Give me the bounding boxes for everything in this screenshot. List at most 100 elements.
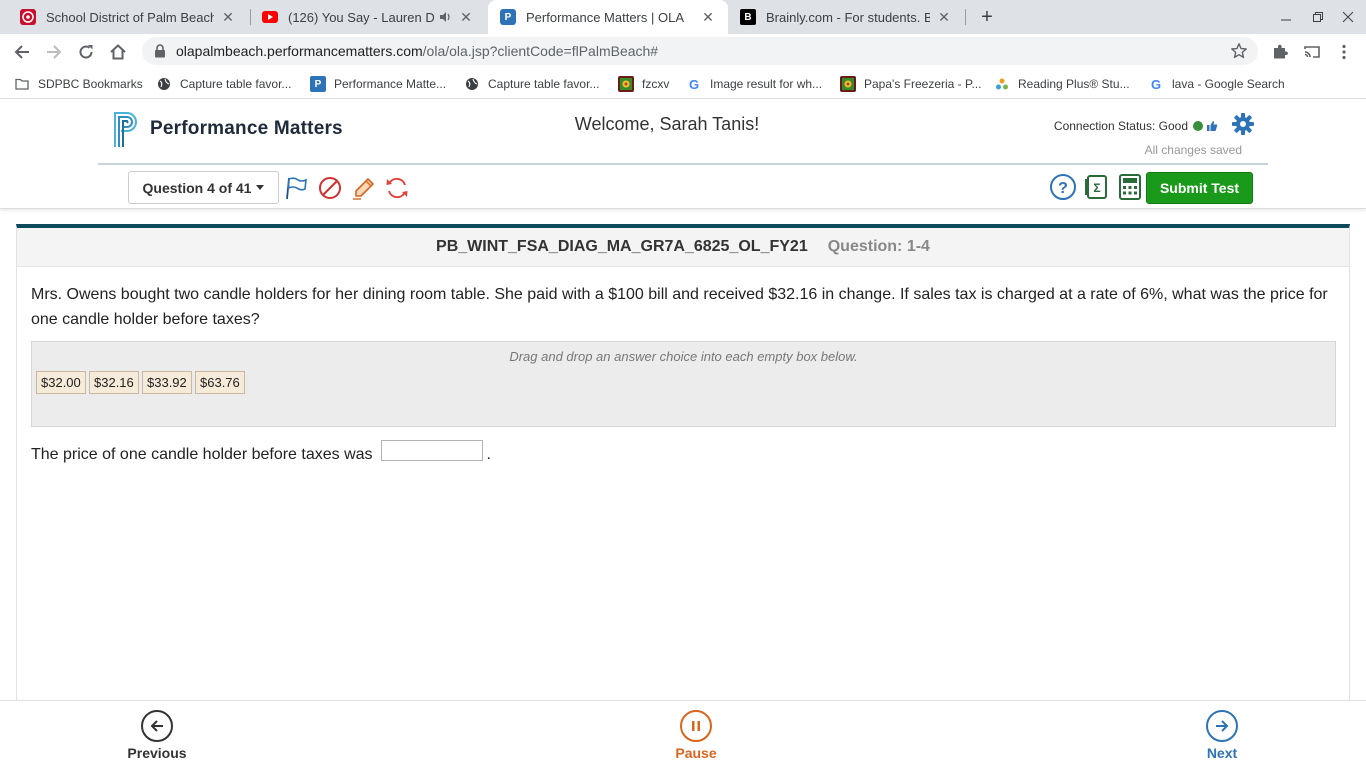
svg-text:Σ: Σ [1093, 181, 1100, 195]
back-arrow-icon[interactable] [9, 39, 35, 65]
calculator-icon[interactable] [1116, 173, 1144, 201]
extensions-puzzle-icon[interactable] [1270, 42, 1290, 62]
test-title-bar: PB_WINT_FSA_DIAG_MA_GR7A_6825_OL_FY21 Qu… [17, 228, 1349, 267]
bookmark-star-icon[interactable] [1230, 42, 1248, 60]
bookmark-label: Reading Plus® Stu... [1018, 77, 1130, 91]
connection-label: Connection Status: Good [1053, 119, 1188, 133]
answer-suffix: . [486, 446, 491, 463]
url-path: /ola/ola.jsp?clientCode=flPalmBeach# [422, 43, 659, 59]
bookmark-label: Performance Matte... [334, 77, 447, 91]
answer-choice-32-00[interactable]: $32.00 [36, 371, 86, 394]
tab-performance-matters[interactable]: P Performance Matters | OLA ✕ [488, 0, 728, 34]
close-icon[interactable]: ✕ [936, 9, 952, 25]
flag-icon[interactable] [284, 175, 310, 201]
answer-choice-bank: Drag and drop an answer choice into each… [31, 341, 1336, 427]
restore-icon[interactable] [1306, 6, 1330, 28]
new-tab-plus-icon[interactable]: + [976, 6, 998, 28]
previous-label: Previous [127, 745, 187, 761]
brainly-icon: B [740, 9, 756, 25]
tab-separator [965, 9, 966, 25]
sdpbc-icon [20, 9, 36, 25]
reference-sheet-icon[interactable]: Σ [1083, 173, 1111, 201]
answer-sentence: The price of one candle holder before ta… [31, 439, 491, 464]
answer-choice-63-76[interactable]: $63.76 [195, 371, 245, 394]
pause-label: Pause [675, 745, 717, 761]
address-bar[interactable]: olapalmbeach.performancematters.com/ola/… [142, 37, 1258, 65]
answer-choice-32-16[interactable]: $32.16 [89, 371, 139, 394]
close-icon[interactable]: ✕ [220, 9, 236, 25]
reset-refresh-icon[interactable] [384, 175, 410, 201]
tab-title: (126) You Say - Lauren Daig [288, 9, 434, 25]
bookmark-label: fzcxv [642, 77, 670, 91]
close-window-icon[interactable] [1336, 6, 1360, 28]
performance-matters-icon: P [310, 76, 326, 92]
question-panel: PB_WINT_FSA_DIAG_MA_GR7A_6825_OL_FY21 Qu… [16, 224, 1350, 700]
bookmark-label: Capture table favor... [180, 77, 292, 91]
home-icon[interactable] [105, 39, 131, 65]
eliminate-choice-icon[interactable] [317, 175, 343, 201]
svg-text:?: ? [1058, 180, 1068, 197]
tab-brainly[interactable]: B Brainly.com - For students. By st ✕ [728, 0, 964, 34]
next-button[interactable]: Next [1182, 710, 1262, 761]
forward-arrow-icon[interactable] [41, 39, 67, 65]
save-status: All changes saved [1144, 143, 1242, 157]
tab-title: School District of Palm Beach Co [46, 9, 214, 25]
speaker-icon[interactable] [438, 10, 452, 24]
tab-sdpbc[interactable]: School District of Palm Beach Co ✕ [8, 0, 248, 34]
question-number: Question: 1-4 [827, 238, 930, 255]
app-header: Performance Matters Welcome, Sarah Tanis… [0, 102, 1366, 209]
answer-choice-33-92[interactable]: $33.92 [142, 371, 192, 394]
status-dot-icon [1193, 121, 1203, 131]
bookmark-label: lava - Google Search [1172, 77, 1285, 91]
previous-button[interactable]: Previous [117, 710, 197, 761]
highlighter-pencil-icon[interactable] [351, 175, 377, 201]
kebab-menu-icon[interactable] [1334, 42, 1354, 62]
answer-drop-box[interactable] [380, 439, 483, 461]
bookmark-capture-table-2[interactable]: Capture table favor... [464, 76, 599, 92]
bookmark-label: Papa's Freezeria - P... [864, 77, 982, 91]
caret-down-icon [256, 185, 265, 190]
question-selector-dropdown[interactable]: Question 4 of 41 [128, 171, 279, 204]
tab-title: Brainly.com - For students. By st [766, 9, 930, 25]
google-icon: G [688, 76, 700, 92]
reload-icon[interactable] [73, 39, 99, 65]
connection-status: Connection Status: Good [1054, 119, 1218, 133]
header-divider [98, 163, 1268, 165]
bookmark-lava-search[interactable]: G lava - Google Search [1148, 76, 1285, 92]
papas-icon [840, 76, 856, 92]
close-icon[interactable]: ✕ [700, 9, 716, 25]
bookmark-performance-matters[interactable]: P Performance Matte... [310, 76, 446, 92]
globe-icon [156, 76, 172, 92]
minimize-icon[interactable] [1274, 6, 1298, 28]
help-icon[interactable]: ? [1049, 173, 1077, 201]
submit-test-button[interactable]: Submit Test [1146, 172, 1253, 204]
next-label: Next [1206, 745, 1238, 761]
browser-toolbar: olapalmbeach.performancematters.com/ola/… [0, 34, 1366, 69]
bookmark-image-result[interactable]: G Image result for wh... [686, 76, 822, 92]
pause-button[interactable]: Pause [656, 710, 736, 761]
bookmark-sdpbc[interactable]: SDPBC Bookmarks [14, 76, 143, 92]
tab-youtube[interactable]: (126) You Say - Lauren Daig ✕ [250, 0, 486, 34]
bookmark-label: Image result for wh... [710, 77, 823, 91]
tab-title: Performance Matters | OLA [526, 9, 684, 25]
cast-icon[interactable] [1302, 42, 1322, 62]
pause-icon [680, 710, 712, 742]
bookmark-papas-freezeria[interactable]: Papa's Freezeria - P... [840, 76, 981, 92]
settings-gear-icon[interactable] [1231, 112, 1255, 136]
lock-icon[interactable] [154, 44, 166, 58]
bookmark-label: SDPBC Bookmarks [38, 77, 143, 91]
arrow-left-icon [141, 710, 173, 742]
question-selector-label: Question 4 of 41 [142, 179, 252, 196]
performance-matters-icon: P [500, 9, 516, 25]
bookmark-reading-plus[interactable]: Reading Plus® Stu... [994, 76, 1130, 92]
bookmark-label: Capture table favor... [488, 77, 600, 91]
bookmark-fzcxv[interactable]: fzcxv [618, 76, 669, 92]
close-icon[interactable]: ✕ [458, 9, 474, 25]
bookmarks-bar: SDPBC Bookmarks Capture table favor... P… [0, 69, 1366, 99]
question-text: Mrs. Owens bought two candle holders for… [31, 286, 1328, 328]
google-icon: G [1150, 76, 1162, 92]
browser-tab-strip: School District of Palm Beach Co ✕ (126)… [0, 0, 1366, 34]
answer-prompt: The price of one candle holder before ta… [31, 446, 373, 463]
url-host: olapalmbeach.performancematters.com [176, 43, 423, 59]
bookmark-capture-table-1[interactable]: Capture table favor... [156, 76, 291, 92]
